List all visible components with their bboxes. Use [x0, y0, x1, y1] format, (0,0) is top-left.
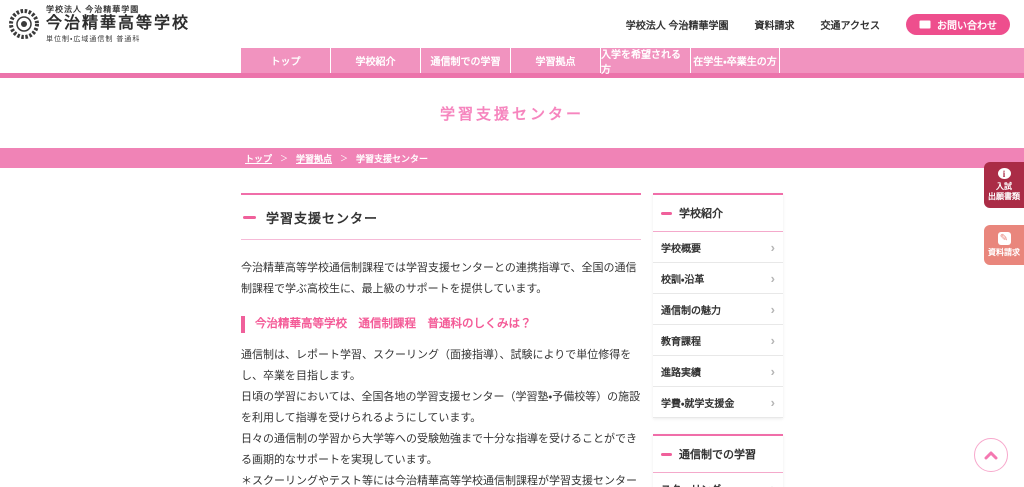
contact-button[interactable]: お問い合わせ — [906, 14, 1010, 35]
nav-item-school-intro[interactable]: 学校紹介 — [330, 48, 420, 73]
logo-department: 単位制・広域通信制 普通科 — [46, 34, 190, 44]
breadcrumb-current: 学習支援センター — [356, 152, 428, 165]
brochure-request-button[interactable]: ✎ 資料請求 — [984, 225, 1024, 265]
header-link-access[interactable]: 交通アクセス — [821, 17, 881, 32]
sidebar-item-tuition-support[interactable]: 学費・就学支援金 › — [653, 387, 783, 418]
school-logo[interactable]: 学校法人 今治精華学園 今治精華高等学校 単位制・広域通信制 普通科 — [8, 4, 190, 43]
sidebar-item-curriculum[interactable]: 教育課程 › — [653, 325, 783, 356]
intro-paragraph: 今治精華高等学校通信制課程では学習支援センターとの連携指導で、全国の通信制課程で… — [241, 258, 641, 300]
dash-icon — [243, 216, 256, 219]
header-link-corporation[interactable]: 学校法人 今治精華学園 — [626, 17, 729, 32]
nav-item-current-students[interactable]: 在学生・卒業生の方 — [690, 48, 780, 73]
dash-icon — [661, 453, 672, 456]
sidebar-item-label: 進路実績 — [661, 364, 701, 379]
body-paragraph: 日頃の学習においては、全国各地の学習支援センター（学習塾・予備校等）の施設を利用… — [241, 387, 641, 429]
sidebar-item-school-overview[interactable]: 学校概要 › — [653, 232, 783, 263]
mail-icon — [919, 20, 931, 29]
body-paragraph: 日々の通信制の学習から大学等への受験勉強まで十分な指導を受けることができる画期的… — [241, 429, 641, 471]
nav-item-learning-bases[interactable]: 学習拠点 — [510, 48, 600, 73]
sidebar: 学校紹介 学校概要 › 校訓・沿革 › 通信制の魅力 › 教育課程 › — [653, 193, 783, 487]
nav-item-top[interactable]: トップ — [240, 48, 330, 73]
logo-school-name: 今治精華高等学校 — [46, 15, 190, 33]
page: 学校法人 今治精華学園 今治精華高等学校 単位制・広域通信制 普通科 学校法人 … — [0, 0, 1024, 487]
chevron-right-icon: › — [771, 364, 775, 379]
section-heading: 学習支援センター — [266, 208, 378, 227]
chevron-right-icon: › — [771, 240, 775, 255]
sidebar-item-motto-history[interactable]: 校訓・沿革 › — [653, 263, 783, 294]
nav-items: トップ 学校紹介 通信制での学習 学習拠点 入学を希望される方 在学生・卒業生の… — [240, 48, 1024, 73]
header: 学校法人 今治精華学園 今治精華高等学校 単位制・広域通信制 普通科 学校法人 … — [0, 0, 1024, 48]
section-heading-box: 学習支援センター — [241, 193, 641, 240]
body-paragraph: ＊スクーリングやテスト等には今治精華高等学校通信制課程が学習支援センターに出向い… — [241, 471, 641, 487]
main-column: 学習支援センター 今治精華高等学校通信制課程では学習支援センターとの連携指導で、… — [241, 193, 641, 487]
sidebar-item-career-results[interactable]: 進路実績 › — [653, 356, 783, 387]
sidebar-item-label: 学費・就学支援金 — [661, 395, 734, 410]
dash-icon — [661, 212, 672, 215]
sidebar-section-correspondence-learning: 通信制での学習 スクーリング › — [653, 434, 783, 487]
floating-buttons: i 入試 出願書類 ✎ 資料請求 — [984, 162, 1024, 265]
subheading: 今治精華高等学校 通信制課程 普通科のしくみは？ — [241, 316, 641, 333]
sidebar-section-school-intro: 学校紹介 学校概要 › 校訓・沿革 › 通信制の魅力 › 教育課程 › — [653, 193, 783, 418]
admission-documents-button[interactable]: i 入試 出願書類 — [984, 162, 1024, 208]
chevron-up-icon — [984, 451, 998, 460]
request-button-label: 資料請求 — [988, 248, 1020, 258]
header-link-brochure[interactable]: 資料請求 — [755, 17, 795, 32]
info-icon: i — [998, 168, 1011, 179]
chevron-right-icon: › — [771, 302, 775, 317]
page-title-block: 学習支援センター — [0, 78, 1024, 148]
sidebar-item-label: 校訓・沿革 — [661, 271, 704, 286]
sidebar-section-header: 学校紹介 — [653, 195, 783, 232]
breadcrumb-link-top[interactable]: トップ — [245, 152, 272, 165]
sidebar-item-label: 通信制の魅力 — [661, 302, 721, 317]
breadcrumb-link-learning-bases[interactable]: 学習拠点 — [296, 152, 332, 165]
body-paragraphs: 通信制は、レポート学習、スクーリング（面接指導）、試験によりで単位修得をし、卒業… — [241, 345, 641, 487]
breadcrumb-separator: ＞ — [280, 153, 288, 164]
admission-button-label: 入試 出願書類 — [988, 182, 1020, 202]
content-area: 学習支援センター 今治精華高等学校通信制課程では学習支援センターとの連携指導で、… — [241, 193, 783, 487]
contact-button-label: お問い合わせ — [937, 17, 997, 32]
chevron-right-icon: › — [771, 333, 775, 348]
nav-item-prospective-students[interactable]: 入学を希望される方 — [600, 48, 690, 73]
body-paragraph: 通信制は、レポート学習、スクーリング（面接指導）、試験によりで単位修得をし、卒業… — [241, 345, 641, 387]
sidebar-item-label: 教育課程 — [661, 333, 701, 348]
scroll-to-top-button[interactable] — [974, 438, 1008, 472]
header-utility-nav: 学校法人 今治精華学園 資料請求 交通アクセス お問い合わせ — [626, 14, 1010, 35]
nav-spacer — [0, 48, 240, 73]
sidebar-item-schooling[interactable]: スクーリング › — [653, 473, 783, 487]
school-emblem-icon — [8, 8, 40, 40]
chevron-right-icon: › — [771, 395, 775, 410]
global-nav: トップ 学校紹介 通信制での学習 学習拠点 入学を希望される方 在学生・卒業生の… — [0, 48, 1024, 78]
nav-item-correspondence-learning[interactable]: 通信制での学習 — [420, 48, 510, 73]
logo-corporation: 学校法人 今治精華学園 — [46, 4, 190, 15]
sidebar-section-header: 通信制での学習 — [653, 436, 783, 473]
sidebar-section-title: 通信制での学習 — [679, 446, 756, 462]
sidebar-item-label: 学校概要 — [661, 240, 701, 255]
chevron-right-icon: › — [771, 271, 775, 286]
pencil-icon: ✎ — [998, 232, 1011, 245]
page-title: 学習支援センター — [440, 103, 584, 124]
sidebar-section-title: 学校紹介 — [679, 205, 723, 221]
logo-text: 学校法人 今治精華学園 今治精華高等学校 単位制・広域通信制 普通科 — [46, 4, 190, 43]
breadcrumb-separator: ＞ — [340, 153, 348, 164]
sidebar-item-correspondence-appeal[interactable]: 通信制の魅力 › — [653, 294, 783, 325]
sidebar-item-label: スクーリング — [661, 481, 721, 487]
chevron-right-icon: › — [771, 481, 775, 487]
breadcrumb: トップ ＞ 学習拠点 ＞ 学習支援センター — [0, 148, 1024, 168]
